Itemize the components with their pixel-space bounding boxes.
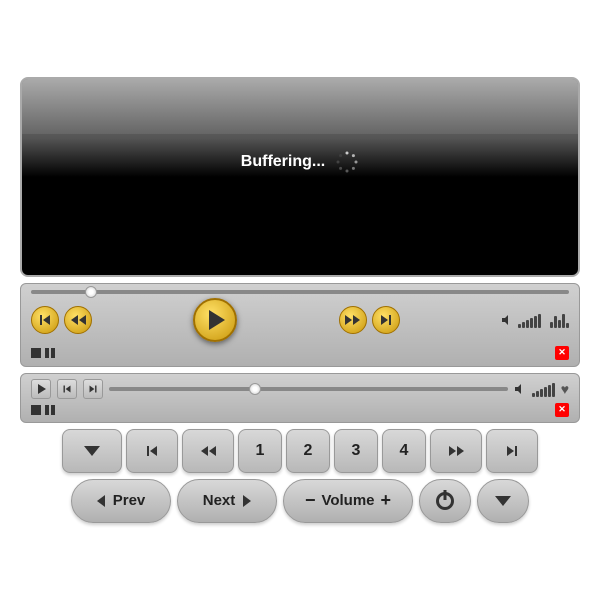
- next-button[interactable]: [372, 306, 400, 334]
- next-arrow-icon: [243, 495, 251, 507]
- seek-row: [31, 290, 569, 294]
- power-button[interactable]: [419, 479, 471, 523]
- volume-minus-label[interactable]: −: [305, 490, 316, 511]
- favorite-button[interactable]: ♥: [561, 381, 569, 397]
- bottom-row: Prev Next − Volume +: [20, 479, 580, 523]
- sec-play-button[interactable]: [31, 379, 51, 399]
- chapter-row: 1 2 3 4: [20, 429, 580, 473]
- volume-bars: [518, 312, 541, 328]
- volume-icon: [501, 314, 513, 326]
- media-player: Buffering...: [10, 67, 590, 533]
- sec-error-badge: ✕: [555, 403, 569, 417]
- dropdown-button[interactable]: [62, 429, 122, 473]
- buffering-indicator: Buffering...: [241, 150, 359, 174]
- seek-bar[interactable]: [31, 290, 569, 294]
- down-chevron-icon: [495, 496, 511, 506]
- volume-control-button[interactable]: − Volume +: [283, 479, 413, 523]
- sec-stop-button[interactable]: [31, 405, 41, 415]
- next-nav-label: Next: [203, 492, 236, 509]
- volume-plus-label[interactable]: +: [381, 490, 392, 511]
- chapter-4-button[interactable]: 4: [382, 429, 426, 473]
- chapter-ff-button[interactable]: [430, 429, 482, 473]
- down-button[interactable]: [477, 479, 529, 523]
- sec-play-icon: [38, 384, 46, 394]
- sec-next-button[interactable]: [83, 379, 103, 399]
- chapter-1-button[interactable]: 1: [238, 429, 282, 473]
- power-icon: [436, 492, 454, 510]
- prev-arrow-icon: [97, 495, 105, 507]
- sec-stop-pause-row: [31, 405, 55, 415]
- fastforward-button[interactable]: [339, 306, 367, 334]
- sec-volume-bars: [532, 381, 555, 397]
- right-controls: [339, 306, 400, 334]
- chapter-2-button[interactable]: 2: [286, 429, 330, 473]
- sec-pause-button[interactable]: [45, 405, 55, 415]
- secondary-controls-bar: ♥ ✕: [20, 373, 580, 423]
- stop-button[interactable]: [31, 348, 41, 358]
- rewind-button[interactable]: [64, 306, 92, 334]
- play-button[interactable]: [193, 298, 237, 342]
- chapter-rewind-button[interactable]: [182, 429, 234, 473]
- main-controls-bar: ✕: [20, 283, 580, 367]
- prev-nav-button[interactable]: Prev: [71, 479, 171, 523]
- seek-thumb[interactable]: [85, 286, 97, 298]
- volume-eq-controls: [501, 312, 569, 328]
- loading-spinner: [335, 150, 359, 174]
- chapter-prev-button[interactable]: [126, 429, 178, 473]
- prev-nav-label: Prev: [113, 492, 146, 509]
- sec-volume-icon: [514, 383, 526, 395]
- video-screen: Buffering...: [20, 77, 580, 277]
- chapter-3-button[interactable]: 3: [334, 429, 378, 473]
- error-badge: ✕: [555, 346, 569, 360]
- chapter-next-button[interactable]: [486, 429, 538, 473]
- pause-button[interactable]: [45, 348, 55, 358]
- secondary-seek-thumb[interactable]: [249, 383, 261, 395]
- eq-icon[interactable]: [550, 312, 569, 328]
- next-nav-button[interactable]: Next: [177, 479, 277, 523]
- prev-button[interactable]: [31, 306, 59, 334]
- stop-pause-row: [31, 348, 55, 358]
- buffering-text: Buffering...: [241, 153, 325, 171]
- chevron-down-icon: [84, 446, 100, 456]
- play-icon: [209, 310, 225, 330]
- left-controls: [31, 306, 92, 334]
- secondary-controls-row: ♥: [31, 379, 569, 399]
- volume-label: Volume: [321, 492, 374, 509]
- secondary-seek-bar[interactable]: [109, 387, 508, 391]
- sec-prev-button[interactable]: [57, 379, 77, 399]
- controls-row: [31, 298, 569, 342]
